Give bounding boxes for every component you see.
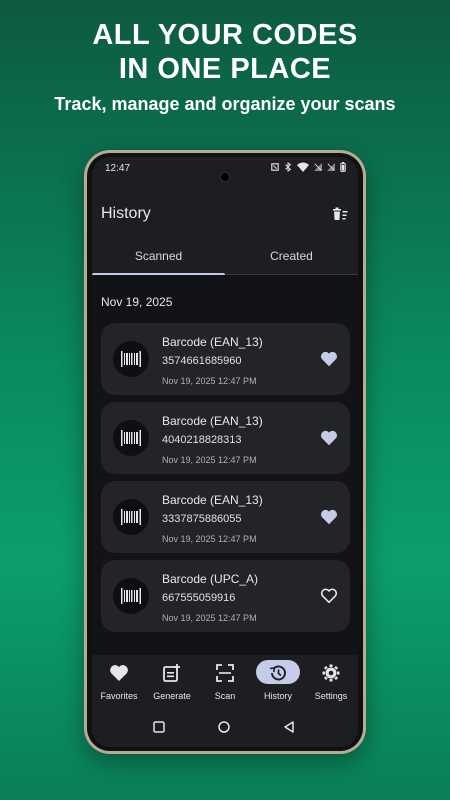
wifi-icon [297,162,309,172]
tab-scanned[interactable]: Scanned [92,243,225,276]
system-navigation-bar [92,709,358,747]
item-code: 667555059916 [162,592,236,604]
promo-title-line1: ALL YOUR CODES [92,19,358,51]
nav-favorites[interactable]: Favorites [92,655,146,709]
scan-icon [216,664,234,682]
item-timestamp: Nov 19, 2025 12:47 PM [162,455,257,465]
item-code: 4040218828313 [162,434,242,446]
back-icon[interactable] [282,720,296,734]
tab-created-label: Created [270,249,313,263]
phone-screen: 12:47 History Scanned Created Nov 19, 20… [92,157,358,747]
page-title: History [101,205,151,222]
barcode-icon [113,420,149,456]
gear-icon [322,664,340,682]
history-list[interactable]: Nov 19, 2025 Barcode (EAN_13) 3574661685… [92,275,358,655]
history-icon [269,665,286,681]
app-bar: History [92,197,358,237]
item-timestamp: Nov 19, 2025 12:47 PM [162,613,257,623]
battery-icon [340,162,346,172]
bottom-navigation: Favorites Generate Scan History Settings [92,655,358,709]
promo-subtitle: Track, manage and organize your scans [54,94,396,114]
promo-title-line2: IN ONE PLACE [118,53,332,85]
nav-generate[interactable]: Generate [145,655,199,709]
heart-outline-icon[interactable] [320,587,338,605]
nav-settings[interactable]: Settings [304,655,358,709]
tab-created[interactable]: Created [225,243,358,275]
front-camera [220,172,230,182]
promo-title: ALL YOUR CODES IN ONE PLACE [0,18,450,86]
nav-settings-label: Settings [314,691,348,701]
status-time: 12:47 [105,163,131,174]
status-icons [271,162,346,172]
heart-filled-icon[interactable] [320,429,338,447]
bluetooth-icon [285,162,292,172]
tab-bar: Scanned Created [92,243,358,276]
delete-sweep-icon[interactable] [330,205,350,225]
signal-icon [314,163,322,171]
item-code: 3574661685960 [162,355,242,367]
generate-icon [163,664,180,682]
heart-filled-icon[interactable] [320,350,338,368]
nfc-icon [271,163,279,171]
nav-favorites-label: Favorites [100,691,138,701]
nav-scan-label: Scan [214,691,236,701]
item-code: 3337875886055 [162,513,242,525]
item-timestamp: Nov 19, 2025 12:47 PM [162,534,257,544]
history-item[interactable]: Barcode (EAN_13) 4040218828313 Nov 19, 2… [101,402,350,474]
signal-icon [327,163,335,171]
heart-filled-icon[interactable] [320,508,338,526]
history-item[interactable]: Barcode (EAN_13) 3337875886055 Nov 19, 2… [101,481,350,553]
recents-icon[interactable] [152,720,166,734]
home-icon[interactable] [217,720,231,734]
nav-scan[interactable]: Scan [198,655,252,709]
item-title: Barcode (EAN_13) [162,493,263,507]
item-timestamp: Nov 19, 2025 12:47 PM [162,376,257,386]
barcode-icon [113,341,149,377]
history-item[interactable]: Barcode (UPC_A) 667555059916 Nov 19, 202… [101,560,350,632]
tab-scanned-label: Scanned [134,249,183,263]
item-title: Barcode (EAN_13) [162,335,263,349]
barcode-icon [113,578,149,614]
history-item[interactable]: Barcode (EAN_13) 3574661685960 Nov 19, 2… [101,323,350,395]
item-title: Barcode (UPC_A) [162,572,259,586]
date-header: Nov 19, 2025 [101,295,173,309]
nav-history[interactable]: History [251,655,305,709]
heart-icon [110,665,128,681]
nav-generate-label: Generate [153,691,191,701]
barcode-icon [113,499,149,535]
nav-history-label: History [263,691,292,701]
item-title: Barcode (EAN_13) [162,414,263,428]
